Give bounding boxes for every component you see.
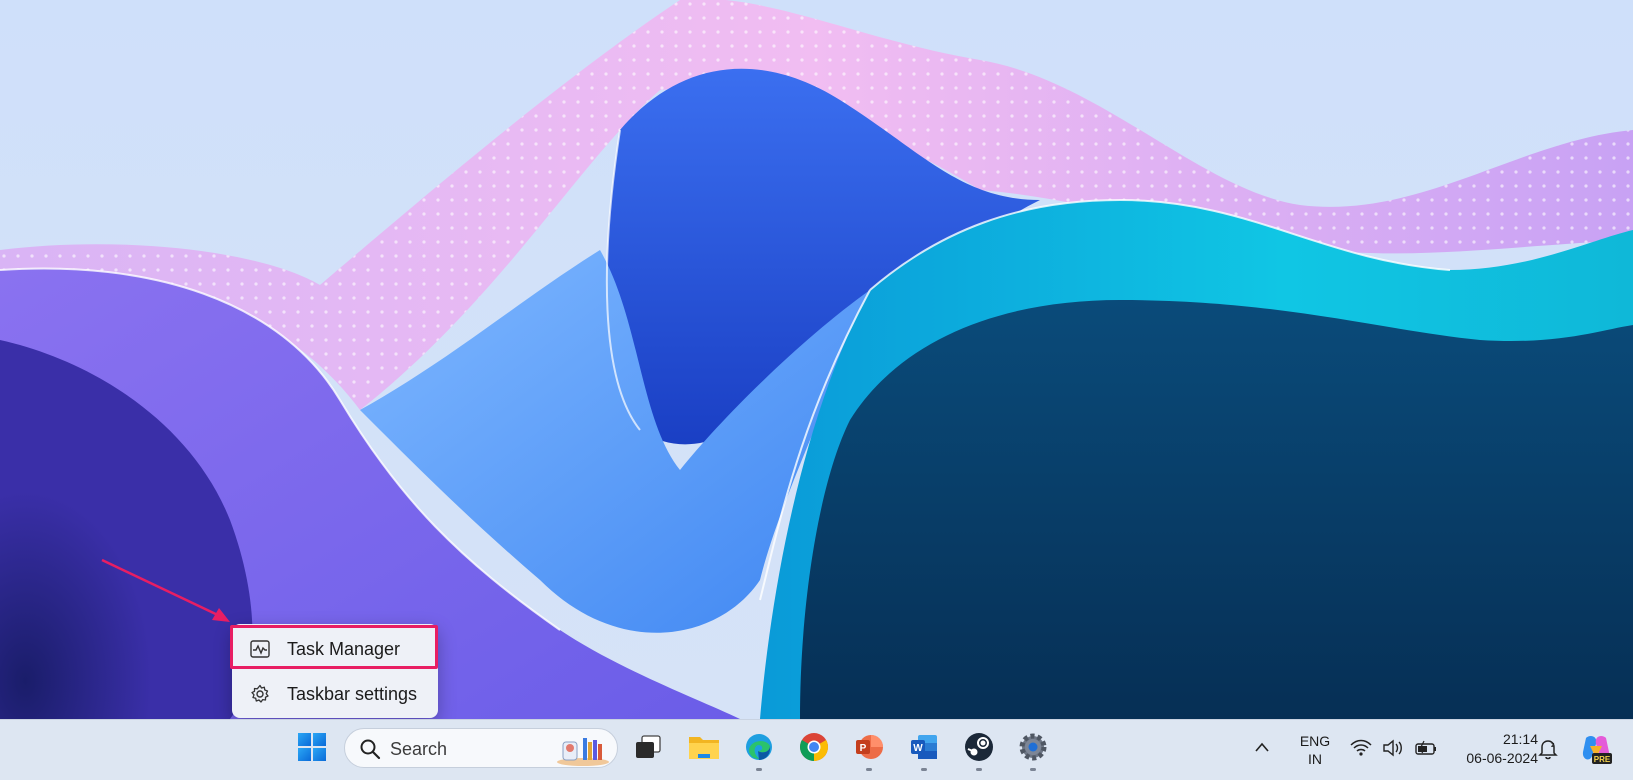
menu-item-task-manager[interactable]: Task Manager: [232, 627, 438, 671]
powerpoint-icon: P: [854, 732, 884, 767]
svg-text:W: W: [913, 743, 923, 754]
edge-button[interactable]: [739, 729, 779, 771]
task-view-button[interactable]: [628, 729, 668, 769]
steam-button[interactable]: [959, 729, 999, 771]
volume-icon: [1382, 739, 1404, 762]
taskbar: Search P W ENG IN 21:14 06-06-2024 z PRE: [0, 719, 1633, 780]
taskbar-context-menu: Task Manager Taskbar settings: [230, 624, 438, 718]
chrome-icon: [799, 732, 829, 767]
language-region: IN: [1308, 751, 1322, 767]
word-button[interactable]: W: [904, 729, 944, 771]
notification-bell-icon[interactable]: z: [1538, 738, 1558, 765]
start-button[interactable]: [292, 729, 332, 769]
copilot-badge: PRE: [1594, 755, 1611, 764]
menu-item-label: Task Manager: [287, 638, 401, 659]
running-indicator: [976, 768, 982, 771]
task-view-icon: [633, 734, 663, 765]
wifi-icon: [1350, 739, 1372, 762]
svg-text:z: z: [1551, 742, 1555, 749]
running-indicator: [921, 768, 927, 771]
language-code: ENG: [1299, 733, 1331, 749]
file-explorer-button[interactable]: [684, 729, 724, 769]
task-manager-icon: [249, 638, 271, 660]
search-icon: [359, 738, 381, 765]
edge-icon: [744, 732, 774, 767]
gear-icon: [249, 683, 271, 705]
language-indicator[interactable]: ENG IN: [1290, 732, 1340, 768]
system-tray-icons[interactable]: [1350, 739, 1438, 762]
steam-icon: [964, 732, 994, 767]
running-indicator: [1030, 768, 1036, 771]
running-indicator: [756, 768, 762, 771]
search-input[interactable]: Search: [344, 728, 618, 768]
settings-button[interactable]: [1013, 729, 1053, 771]
windows-logo-icon: [297, 732, 327, 767]
search-highlight-icon: [555, 732, 611, 771]
chevron-up-icon[interactable]: [1254, 740, 1270, 758]
battery-icon: [1414, 739, 1438, 762]
search-placeholder: Search: [390, 739, 448, 759]
clock-date: 06-06-2024: [1466, 750, 1538, 766]
running-indicator: [866, 768, 872, 771]
copilot-icon[interactable]: PRE: [1580, 734, 1612, 769]
folder-icon: [688, 733, 720, 766]
word-icon: W: [909, 732, 939, 767]
chrome-button[interactable]: [794, 729, 834, 769]
clock-time: 21:14: [1502, 731, 1538, 747]
menu-item-taskbar-settings[interactable]: Taskbar settings: [232, 672, 438, 716]
clock[interactable]: 21:14 06-06-2024: [1448, 730, 1538, 768]
settings-app-icon: [1018, 732, 1048, 767]
menu-item-label: Taskbar settings: [287, 683, 418, 704]
svg-text:P: P: [860, 743, 867, 754]
powerpoint-button[interactable]: P: [849, 729, 889, 771]
desktop-wallpaper: [0, 0, 1633, 719]
